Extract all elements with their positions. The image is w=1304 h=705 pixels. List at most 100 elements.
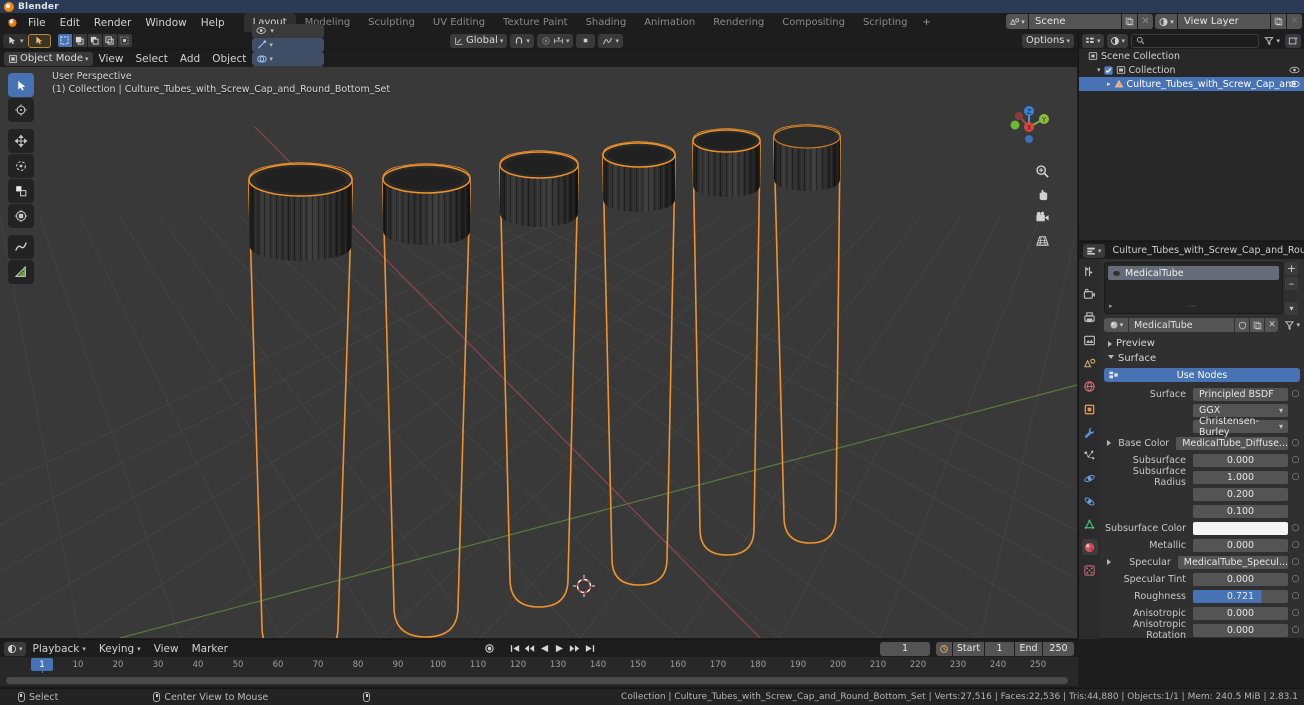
- viewport-menu-add[interactable]: Add: [174, 53, 206, 65]
- value-anisotropic-rotation[interactable]: 0.000: [1193, 623, 1288, 637]
- base-color-decorator-icon[interactable]: ○: [1291, 438, 1300, 449]
- toggle-perspective-button[interactable]: [1034, 232, 1051, 249]
- tab-shading[interactable]: Shading: [577, 13, 636, 32]
- scale-tool-button[interactable]: [8, 179, 34, 203]
- viewport-canvas[interactable]: User Perspective (1) Collection | Cultur…: [0, 67, 1077, 638]
- value-base-color[interactable]: MedicalTube_Diffuse...: [1176, 436, 1288, 450]
- collection-visibility-eye-icon[interactable]: [1289, 66, 1300, 74]
- move-view-button[interactable]: [1034, 186, 1051, 203]
- roughness-decorator-icon[interactable]: ○: [1291, 591, 1300, 602]
- surface-expand-triangle-icon[interactable]: [1108, 355, 1114, 362]
- select-box-icon[interactable]: [57, 34, 72, 47]
- tab-uv-editing[interactable]: UV Editing: [424, 13, 494, 32]
- specular-expand-triangle-icon[interactable]: [1104, 559, 1114, 565]
- jump-to-start-button[interactable]: [509, 642, 520, 655]
- tool-tweak-button[interactable]: [27, 33, 51, 48]
- anisotropic-decorator-icon[interactable]: ○: [1291, 608, 1300, 619]
- active-tool-icon[interactable]: ▾: [3, 33, 28, 48]
- tab-rendering[interactable]: Rendering: [704, 13, 773, 32]
- use-nodes-button[interactable]: Use Nodes: [1104, 368, 1300, 382]
- subsurface-radius-decorator-icon[interactable]: ○: [1291, 472, 1300, 483]
- transform-orientation-dropdown[interactable]: Global ▾: [450, 33, 508, 48]
- surface-decorator-icon[interactable]: ○: [1291, 389, 1300, 400]
- value-subsurface[interactable]: 0.000: [1193, 453, 1288, 467]
- tab-physics[interactable]: [1082, 470, 1098, 486]
- remove-material-slot-button[interactable]: –: [1285, 277, 1298, 290]
- slot-expand-triangle-icon[interactable]: ▸: [1109, 302, 1113, 310]
- end-frame-value[interactable]: 250: [1043, 641, 1074, 656]
- select-intersect-icon[interactable]: [117, 34, 132, 47]
- object-expand-triangle-icon[interactable]: ▸: [1107, 80, 1111, 88]
- outliner-row-object[interactable]: ▸ Culture_Tubes_with_Screw_Cap_and_Round…: [1079, 77, 1304, 91]
- collection-expand-triangle-icon[interactable]: ▾: [1097, 66, 1101, 74]
- value-specular[interactable]: MedicalTube_Specul...: [1177, 555, 1288, 569]
- material-slot-menu-button[interactable]: ▾: [1285, 302, 1298, 315]
- gizmo-toggle[interactable]: ▾: [252, 37, 325, 52]
- outliner-search-input[interactable]: [1131, 33, 1260, 48]
- anisotropic-rotation-decorator-icon[interactable]: ○: [1291, 625, 1300, 636]
- view-layer-selector[interactable]: ▾ View Layer ✕: [1155, 14, 1302, 29]
- proportional-edit-dropdown[interactable]: ▾: [536, 33, 574, 48]
- value-subsurface-radius-y[interactable]: 0.200: [1193, 487, 1288, 501]
- scene-selector[interactable]: ▾ Scene ✕: [1006, 14, 1153, 29]
- tab-scene[interactable]: [1082, 355, 1098, 371]
- unlink-material-button[interactable]: ✕: [1265, 318, 1279, 332]
- prev-keyframe-button[interactable]: [524, 642, 535, 655]
- collection-checkbox[interactable]: [1103, 65, 1113, 75]
- next-keyframe-button[interactable]: [569, 642, 580, 655]
- outliner-filter-id-dropdown[interactable]: ▾: [1106, 33, 1129, 48]
- timeline-menu-playback[interactable]: Playback ▾: [27, 643, 92, 655]
- material-browse-button[interactable]: ▾: [1104, 318, 1128, 332]
- jump-to-end-button[interactable]: [584, 642, 595, 655]
- menu-file[interactable]: File: [21, 15, 53, 31]
- menu-help[interactable]: Help: [194, 15, 232, 31]
- viewport-options-dropdown[interactable]: Options ▾: [1021, 33, 1074, 48]
- remove-view-layer-button[interactable]: ✕: [1287, 14, 1302, 29]
- slot-grip-handle[interactable]: ⋯: [1190, 302, 1198, 310]
- value-subsurface-radius-x[interactable]: 1.000: [1193, 470, 1288, 484]
- remove-scene-button[interactable]: ✕: [1138, 14, 1153, 29]
- tab-data[interactable]: [1082, 516, 1098, 532]
- material-slot-list[interactable]: MedicalTube ▸ ⋯: [1104, 262, 1283, 314]
- scene-name[interactable]: Scene: [1029, 14, 1121, 29]
- current-frame-field[interactable]: 1: [880, 641, 930, 656]
- cursor-tool-button[interactable]: [8, 98, 34, 122]
- timeline-ruler[interactable]: 1 10 20 30 40 50 60 70 80 90 100 110 120 130 140 150 16…: [0, 657, 1078, 673]
- tab-scripting[interactable]: Scripting: [854, 13, 916, 32]
- tab-object[interactable]: [1082, 401, 1098, 417]
- view-axis-gizmo[interactable]: Z Y X: [999, 97, 1059, 157]
- move-tool-button[interactable]: [8, 129, 34, 153]
- view-layer-icon[interactable]: ▾: [1155, 14, 1177, 29]
- editor-type-dropdown[interactable]: Object Mode ▾: [4, 51, 93, 66]
- transform-tool-button[interactable]: [8, 204, 34, 228]
- specular-decorator-icon[interactable]: ○: [1291, 557, 1300, 568]
- start-frame-value[interactable]: 1: [985, 641, 1014, 656]
- outliner-row-collection[interactable]: ▾ Collection: [1079, 63, 1304, 77]
- value-specular-tint[interactable]: 0.000: [1193, 572, 1288, 586]
- value-anisotropic[interactable]: 0.000: [1193, 606, 1288, 620]
- value-subsurface-radius-z[interactable]: 0.100: [1193, 504, 1288, 518]
- tab-compositing[interactable]: Compositing: [773, 13, 854, 32]
- preview-expand-triangle-icon[interactable]: [1108, 340, 1112, 347]
- annotate-tool-button[interactable]: [8, 235, 34, 259]
- pivot-point-button[interactable]: [576, 33, 596, 48]
- snap-dropdown[interactable]: ▾: [510, 33, 534, 48]
- panel-surface-header[interactable]: Surface: [1104, 351, 1300, 366]
- select-extend-icon[interactable]: [72, 34, 87, 47]
- menu-window[interactable]: Window: [138, 15, 193, 31]
- base-color-expand-triangle-icon[interactable]: [1104, 440, 1114, 446]
- tab-animation[interactable]: Animation: [635, 13, 704, 32]
- tab-add-workspace[interactable]: +: [916, 13, 936, 32]
- auto-keying-button[interactable]: [484, 642, 495, 655]
- timeline-menu-view[interactable]: View: [148, 643, 185, 655]
- viewport-menu-view[interactable]: View: [93, 53, 130, 65]
- play-reverse-button[interactable]: [539, 642, 550, 655]
- new-scene-button[interactable]: [1122, 14, 1137, 29]
- value-metallic[interactable]: 0.000: [1193, 538, 1288, 552]
- outliner-filter-settings-button[interactable]: [1285, 33, 1301, 48]
- timeline-menu-keying[interactable]: Keying ▾: [93, 643, 147, 655]
- specular-tint-decorator-icon[interactable]: ○: [1291, 574, 1300, 585]
- tab-modifier[interactable]: [1082, 424, 1098, 440]
- select-subtract-icon[interactable]: [87, 34, 102, 47]
- value-surface[interactable]: Principled BSDF: [1193, 387, 1288, 401]
